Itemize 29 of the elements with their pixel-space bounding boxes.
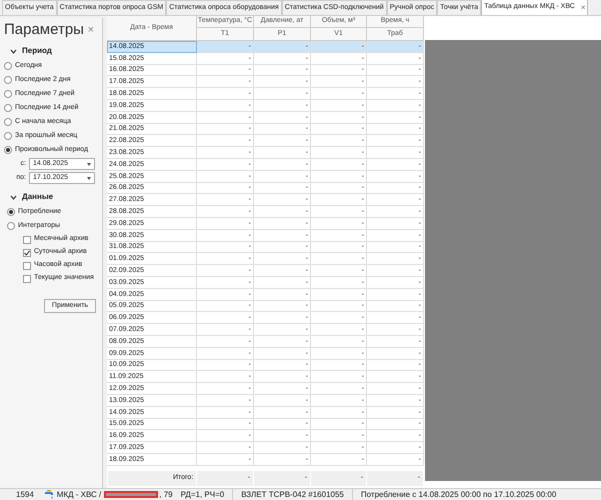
status-text: МКД - ХВС / xyxy=(56,488,102,500)
dropdown-arrow-icon[interactable] xyxy=(87,176,91,180)
panel-title: Параметры xyxy=(4,20,84,40)
radio-button[interactable] xyxy=(4,132,12,140)
radio-button[interactable] xyxy=(4,118,12,126)
section-title[interactable]: Период xyxy=(22,45,52,57)
radio-button[interactable] xyxy=(4,62,12,70)
status-text: ВЗЛЕТ ТСРВ-042 #1601055 xyxy=(233,488,353,500)
radio-button[interactable] xyxy=(4,76,12,84)
status-text: РД=1, РЧ=0 xyxy=(180,488,234,500)
status-text: 1594 xyxy=(15,488,35,500)
section-title[interactable]: Данные xyxy=(22,191,54,203)
checkbox[interactable] xyxy=(23,274,31,282)
chevron-down-icon[interactable] xyxy=(10,48,17,54)
faucet-icon xyxy=(44,490,54,499)
radio-button[interactable] xyxy=(4,146,12,154)
checkbox[interactable] xyxy=(23,236,31,244)
chevron-down-icon[interactable] xyxy=(10,194,17,200)
checkbox[interactable] xyxy=(23,248,31,256)
checkbox[interactable] xyxy=(23,262,31,270)
status-text: Потребление с 14.08.2025 00:00 по 17.10.2025 00:00 xyxy=(360,488,558,500)
radio-button[interactable] xyxy=(7,222,15,230)
radio-button[interactable] xyxy=(7,208,15,216)
redaction-bar xyxy=(104,491,158,498)
radio-button[interactable] xyxy=(4,104,12,112)
status-text: , 79 xyxy=(158,488,174,500)
dropdown-arrow-icon[interactable] xyxy=(87,162,91,166)
close-icon[interactable]: × xyxy=(580,2,586,14)
radio-button[interactable] xyxy=(4,90,12,98)
